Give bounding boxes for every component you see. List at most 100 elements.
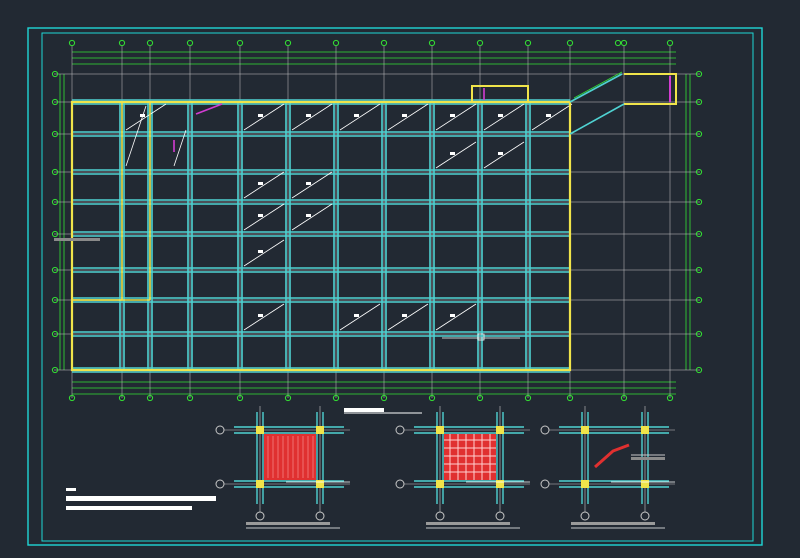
detail-column — [496, 480, 504, 488]
detail-axis-bubble — [395, 425, 405, 435]
detail-caption — [426, 522, 510, 525]
slab-tag — [402, 314, 407, 317]
slab-tag — [258, 214, 263, 217]
detail-axis-bubble — [580, 511, 590, 521]
axis-bubble-top — [186, 39, 194, 47]
slab-tag — [258, 314, 263, 317]
slab-tag — [546, 114, 551, 117]
slab-diagonal — [291, 203, 333, 231]
axis-bubble-top — [118, 39, 126, 47]
ramp-beam — [569, 73, 625, 135]
slab-tag — [450, 114, 455, 117]
slab-tag — [450, 314, 455, 317]
detail-column — [641, 426, 649, 434]
slab-diagonal — [243, 239, 285, 267]
magenta-line — [195, 103, 223, 115]
slab-tag — [306, 182, 311, 185]
detail-axis-bubble — [215, 479, 225, 489]
plan-title — [344, 408, 384, 412]
detail-axis-bubble — [395, 479, 405, 489]
axis-bubble-top — [666, 39, 674, 47]
slab-diagonal — [435, 103, 477, 131]
drawing-frame — [27, 27, 763, 546]
slab-diagonal — [291, 171, 333, 199]
detail-column — [316, 426, 324, 434]
detail-column — [436, 480, 444, 488]
side-label — [54, 238, 100, 241]
slab-diagonal — [339, 303, 381, 331]
axis-bubble-top — [380, 39, 388, 47]
axis-bubble-top — [620, 39, 628, 47]
slab-tag — [354, 314, 359, 317]
notes-line — [66, 506, 192, 510]
detail-column — [436, 426, 444, 434]
detail-1 — [215, 406, 350, 529]
ramp-dimension — [573, 71, 623, 99]
slab-diagonal — [483, 103, 525, 131]
slab-diagonal — [291, 103, 333, 131]
slab-tag — [258, 182, 263, 185]
axis-bubble-top — [428, 39, 436, 47]
detail-panels — [215, 406, 675, 529]
detail-column — [581, 480, 589, 488]
slab-diagonal — [387, 103, 429, 131]
axis-bubble-top — [236, 39, 244, 47]
detail-axis-bubble — [540, 479, 550, 489]
main-floor-plan — [51, 39, 703, 414]
title-block — [66, 488, 216, 510]
detail-2 — [395, 406, 530, 529]
slab-tag — [498, 152, 503, 155]
slab-tag — [450, 152, 455, 155]
detail-callout-text — [631, 457, 665, 460]
detail-caption — [246, 522, 330, 525]
detail-column — [641, 480, 649, 488]
detail-bracket — [594, 443, 630, 469]
slab-diagonal — [243, 103, 285, 131]
detail-axis-bubble — [640, 511, 650, 521]
axis-bubble-top — [524, 39, 532, 47]
axis-bubble-top — [68, 39, 76, 47]
detail-infill — [444, 434, 496, 480]
slab-diagonal — [339, 103, 381, 131]
axis-bubble-top — [146, 39, 154, 47]
slab-diagonal — [435, 141, 477, 169]
slab-diagonal — [531, 103, 573, 131]
detail-column — [316, 480, 324, 488]
slab-diagonal — [387, 303, 429, 331]
detail-axis-bubble — [540, 425, 550, 435]
detail-axis-bubble — [315, 511, 325, 521]
slab-diagonal — [243, 303, 285, 331]
outer-border — [27, 27, 763, 546]
axis-bubble-top — [614, 39, 622, 47]
detail-column — [256, 426, 264, 434]
slab-diagonal — [125, 103, 167, 131]
slab-tag — [306, 214, 311, 217]
detail-axis-bubble — [215, 425, 225, 435]
slab-diagonal — [243, 203, 285, 231]
notes-heading — [66, 488, 76, 491]
slab-diagonal — [243, 171, 285, 199]
detail-axis-bubble — [255, 511, 265, 521]
detail-column — [581, 426, 589, 434]
notes-line — [66, 496, 216, 501]
detail-axis-bubble — [435, 511, 445, 521]
axis-bubble-top — [566, 39, 574, 47]
slab-tag — [258, 114, 263, 117]
detail-axis-bubble — [495, 511, 505, 521]
axis-bubble-top — [476, 39, 484, 47]
cad-drawing — [27, 27, 763, 546]
slab-tag — [402, 114, 407, 117]
detail-column — [256, 480, 264, 488]
slab-tag — [354, 114, 359, 117]
axis-bubble-top — [284, 39, 292, 47]
annex-outline — [624, 73, 677, 105]
slab-diagonal — [435, 303, 477, 331]
slab-tag — [306, 114, 311, 117]
slab-diagonal — [483, 141, 525, 169]
detail-caption — [571, 522, 655, 525]
axis-bubble-top — [332, 39, 340, 47]
detail-3 — [540, 406, 675, 529]
slab-tag — [498, 114, 503, 117]
leader-marker — [477, 333, 485, 341]
detail-column — [496, 426, 504, 434]
